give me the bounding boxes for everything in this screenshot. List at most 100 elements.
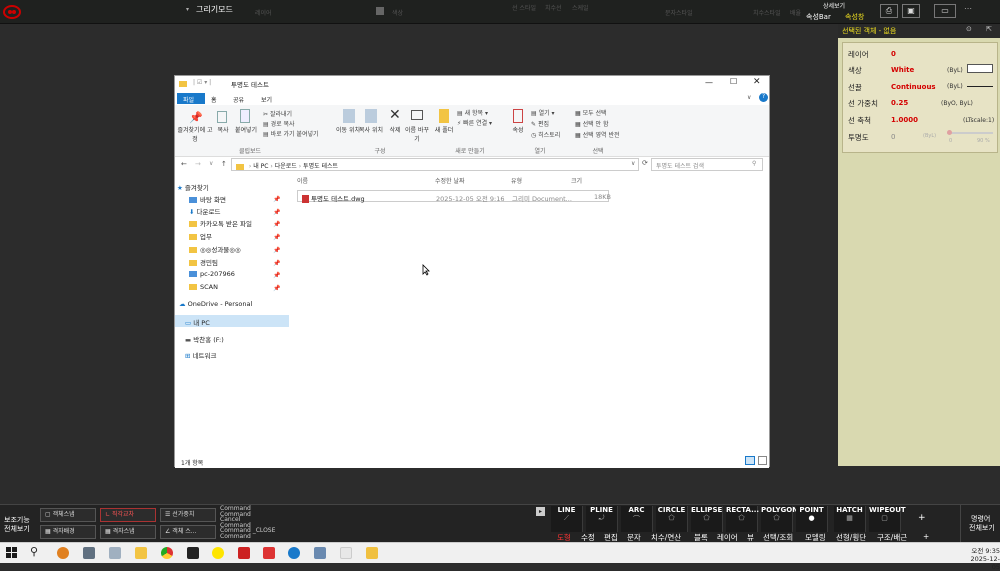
tab-share[interactable]: 공유 [233, 95, 244, 104]
recent-icon[interactable]: ∨ [209, 160, 213, 167]
pin-icon[interactable]: ⊙ [966, 25, 972, 33]
notepad-icon[interactable] [314, 547, 326, 559]
magnifier-app-icon[interactable] [57, 547, 69, 559]
delete-button[interactable]: 삭제 [385, 125, 405, 134]
nav-quick-access[interactable]: ★ 즐겨찾기 [177, 182, 209, 192]
nav-item-team[interactable]: 경민팀 [189, 257, 218, 267]
folder-app-icon[interactable] [366, 547, 378, 559]
column-date[interactable]: 수정한 날짜 [435, 176, 465, 185]
tab-home[interactable]: 홈 [211, 95, 217, 104]
breadcrumb-current[interactable]: 투명도 테스트 [303, 163, 338, 170]
nav-item-work[interactable]: 업무 [189, 231, 212, 241]
lineweight-button[interactable]: ☰ 선가중치 [160, 508, 216, 522]
aux-full-view[interactable]: 전체보기 [4, 524, 30, 534]
nav-onedrive[interactable]: ☁ OneDrive - Personal [179, 300, 252, 308]
pline-tool[interactable]: PLINE ⤾ [586, 506, 618, 532]
edit-button[interactable]: ✎ 편집 [531, 119, 549, 128]
nav-drive[interactable]: ▬ 박찬홍 (F:) [185, 334, 224, 344]
copy-path-button[interactable]: ▤ 경로 복사 [263, 119, 295, 128]
chrome-icon[interactable] [161, 547, 173, 559]
ellipse-tool[interactable]: ELLIPSE ⬠ [691, 506, 723, 532]
add-tool-button[interactable]: + [918, 513, 926, 523]
collapse-icon[interactable]: ▾ [186, 6, 189, 13]
tab-view[interactable]: 보기 [261, 95, 272, 104]
close-panel-icon[interactable]: ⇱ [986, 25, 992, 33]
nav-this-pc[interactable]: ▭ 내 PC [175, 315, 289, 327]
calculator-icon[interactable] [83, 547, 95, 559]
forward-icon[interactable]: → [195, 160, 201, 168]
menu-add[interactable]: + [923, 532, 929, 541]
nav-item-kakao[interactable]: 카카오톡 받은 파일 [189, 218, 252, 228]
document-icon[interactable] [340, 547, 352, 559]
column-type[interactable]: 유형 [511, 176, 522, 185]
pin-icon[interactable]: 📌 [189, 111, 203, 124]
color-swatch-white[interactable] [967, 64, 993, 73]
point-tool[interactable]: POINT ● [796, 506, 828, 532]
kakaotalk-icon[interactable] [212, 547, 224, 559]
column-name[interactable]: 이름 [297, 176, 308, 185]
prop-value-linetype[interactable]: Continuous [891, 83, 936, 91]
prop-value-layer[interactable]: 0 [891, 50, 896, 58]
wipeout-tool[interactable]: WIPEOUT ▢ [869, 506, 906, 532]
copy-button[interactable]: 복사 [213, 125, 233, 134]
chevron-down-icon[interactable]: ∨ [747, 94, 751, 101]
circle-tool[interactable]: CIRCLE ⬠ [656, 506, 688, 532]
address-bar[interactable]: › 내 PC › 다운로드 › 투명도 테스트 [231, 158, 639, 171]
media-player-icon[interactable] [187, 547, 199, 559]
help-icon[interactable]: ? [759, 93, 768, 102]
nav-network[interactable]: ⊞ 네트워크 [185, 350, 216, 360]
hatch-tool[interactable]: HATCH ▦ [834, 506, 866, 532]
transparency-slider[interactable] [947, 132, 993, 134]
expand-icon[interactable]: ▸ [536, 507, 545, 516]
property-bar-toggle[interactable]: 속성Bar [806, 12, 831, 22]
refresh-icon[interactable]: ⟳ [642, 159, 648, 167]
select-none-button[interactable]: ▦ 선택 안 함 [575, 119, 608, 128]
app-logo-icon[interactable] [2, 3, 22, 21]
rectangle-tool[interactable]: RECTA... ⬠ [726, 506, 759, 532]
prop-value-transparency[interactable]: 0 [891, 133, 895, 141]
address-dropdown-icon[interactable]: ∨ [631, 160, 635, 167]
rename-button[interactable]: 이름 바꾸기 [403, 125, 431, 143]
arc-tool[interactable]: ARC ⌒ [621, 506, 653, 532]
open-button[interactable]: ▤ 열기 ▾ [531, 108, 555, 117]
table-row[interactable]: 투명도 테스트.dwg 2025-12-05 오전 9:16 그리미 Docum… [297, 190, 611, 203]
pin-to-quick-access-button[interactable]: 즐겨찾기에 고정 [177, 125, 213, 143]
prop-value-color[interactable]: White [891, 66, 914, 74]
pdf-reader-icon[interactable] [238, 547, 250, 559]
column-size[interactable]: 크기 [571, 176, 582, 185]
easy-access-button[interactable]: ⚡ 빠른 연결 ▾ [457, 118, 492, 127]
screen-icon[interactable]: ▭ [934, 4, 956, 18]
prop-value-lineweight[interactable]: 0.25 [891, 99, 908, 107]
search-icon[interactable]: ⚲ [30, 545, 38, 558]
select-all-button[interactable]: ▦ 모두 선택 [575, 108, 607, 117]
nav-item-scan[interactable]: SCAN [189, 283, 218, 291]
object-style-button[interactable]: ∠ 객체 스... [160, 525, 216, 539]
tab-file[interactable]: 파일 [177, 93, 205, 104]
prop-value-linescale[interactable]: 1.0000 [891, 116, 918, 124]
edge-icon[interactable] [288, 547, 300, 559]
draw-mode-label[interactable]: 그리기모드 [196, 4, 233, 15]
nav-item-pc[interactable]: pc-207966 [189, 270, 235, 278]
start-icon[interactable] [6, 547, 17, 558]
grid-background-button[interactable]: ▦ 격자배경 [40, 525, 96, 539]
large-icons-view-icon[interactable] [758, 456, 767, 465]
command-panel[interactable]: 명령어 전체보기 [960, 505, 1000, 543]
cut-button[interactable]: ✂ 잘라내기 [263, 109, 292, 118]
print-icon[interactable]: ⎙ [880, 4, 898, 18]
nav-item-downloads[interactable]: ⬇ 다운로드 [189, 206, 220, 216]
minimize-icon[interactable]: — [705, 78, 713, 87]
back-icon[interactable]: ← [181, 160, 187, 168]
menu-more-icon[interactable]: ⋯ [964, 4, 972, 13]
export-icon[interactable]: ▣ [902, 4, 920, 18]
close-icon[interactable]: ✕ [753, 77, 761, 87]
line-tool[interactable]: LINE ⟋ [551, 506, 583, 532]
grimi-app-icon[interactable] [263, 547, 275, 559]
paint-icon[interactable] [109, 547, 121, 559]
details-view-icon[interactable] [745, 456, 755, 465]
properties-button[interactable]: 속성 [509, 125, 527, 134]
transparency-slider-thumb[interactable] [947, 130, 952, 135]
nav-item-desktop[interactable]: 바탕 화면 [189, 194, 226, 204]
search-input[interactable]: 투명도 테스트 검색 ⚲ [651, 158, 763, 171]
new-item-button[interactable]: ▤ 새 항목 ▾ [457, 108, 488, 117]
maximize-icon[interactable]: ☐ [730, 77, 737, 86]
